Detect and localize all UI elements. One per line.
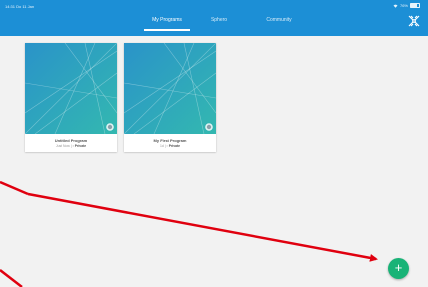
program-card[interactable]: My First Program 1d | ▪ Private bbox=[124, 43, 216, 152]
lock-icon: ▪ bbox=[72, 144, 74, 148]
program-title: Untitled Program bbox=[54, 138, 88, 143]
program-card[interactable]: Untitled Program Just Now | ▪ Private bbox=[25, 43, 117, 152]
program-title: My First Program bbox=[153, 138, 187, 143]
lock-icon: ▪ bbox=[166, 144, 168, 148]
program-modified: 1d | bbox=[159, 144, 166, 148]
tab-community[interactable]: Community bbox=[266, 17, 291, 23]
top-navigation-bar: 14:31 Do 11 Jan 76% My Programs Sphero C… bbox=[0, 0, 428, 36]
program-modified: Just Now | bbox=[55, 144, 72, 148]
robot-badge-icon bbox=[106, 123, 114, 131]
annotation-arrow bbox=[27, 192, 378, 262]
program-visibility: Private bbox=[168, 144, 181, 148]
status-indicators: 76% bbox=[393, 3, 420, 8]
battery-icon bbox=[410, 3, 420, 8]
sphero-logo-icon[interactable] bbox=[407, 14, 421, 28]
battery-percentage: 76% bbox=[399, 3, 408, 8]
program-meta: Just Now | ▪ Private bbox=[25, 144, 117, 148]
battery-fill bbox=[411, 4, 418, 7]
program-thumbnail bbox=[25, 43, 117, 134]
annotation-arrow-tail bbox=[0, 180, 29, 196]
program-tabs: My Programs Sphero Community bbox=[0, 17, 428, 33]
program-visibility: Private bbox=[74, 144, 87, 148]
robot-badge-icon bbox=[205, 123, 213, 131]
active-tab-indicator bbox=[144, 29, 190, 31]
tab-sphero[interactable]: Sphero bbox=[211, 17, 227, 23]
program-meta: 1d | ▪ Private bbox=[124, 144, 216, 148]
status-time: 14:31 Do 11 Jan bbox=[5, 4, 35, 9]
add-program-button[interactable]: + bbox=[388, 258, 409, 279]
program-thumbnail bbox=[124, 43, 216, 134]
wifi-icon bbox=[393, 4, 398, 8]
tab-my-programs[interactable]: My Programs bbox=[152, 17, 182, 23]
annotation-arrow-secondary bbox=[0, 269, 23, 287]
